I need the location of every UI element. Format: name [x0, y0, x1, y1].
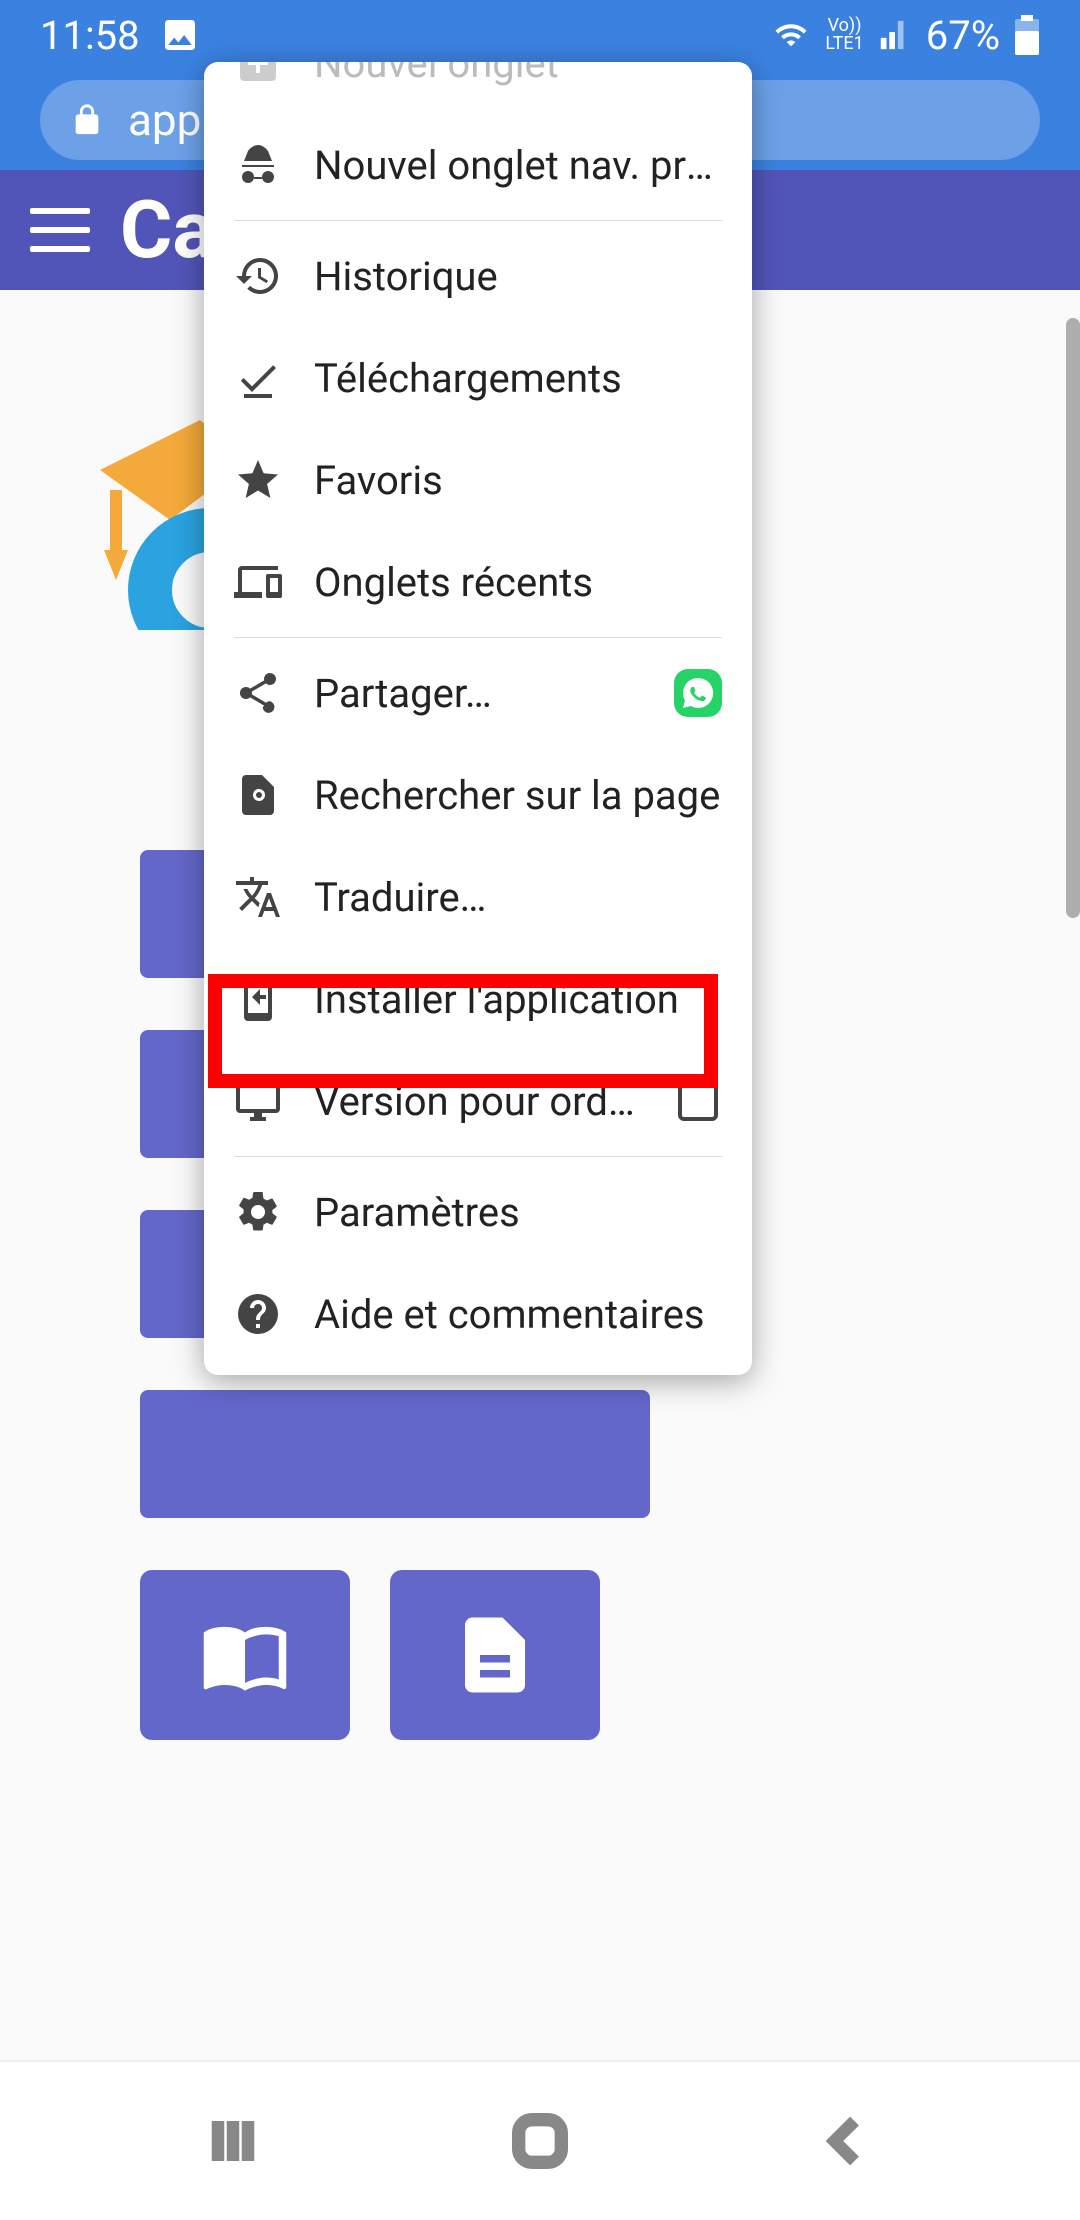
status-left: 11:58: [40, 12, 200, 59]
menu-label: Nouvel onglet: [314, 62, 722, 87]
menu-label: Aide et commentaires: [314, 1291, 722, 1338]
menu-item-downloads[interactable]: Téléchargements: [204, 327, 752, 429]
menu-item-recent-tabs[interactable]: Onglets récents: [204, 531, 752, 633]
menu-label: Favoris: [314, 457, 722, 504]
menu-item-incognito[interactable]: Nouvel onglet nav. privée: [204, 114, 752, 216]
menu-item-install[interactable]: Installer l'application: [204, 948, 752, 1050]
menu-label: Téléchargements: [314, 355, 722, 402]
status-time: 11:58: [40, 12, 140, 59]
devices-icon: [234, 558, 282, 606]
menu-item-settings[interactable]: Paramètres: [204, 1161, 752, 1263]
install-mobile-icon: [234, 975, 282, 1023]
hamburger-icon[interactable]: [30, 208, 90, 252]
incognito-icon: [234, 141, 282, 189]
menu-item-desktop[interactable]: Version pour ordin…: [204, 1050, 752, 1152]
status-bar: 11:58 Vo)) LTE1 67%: [0, 0, 1080, 70]
bg-card: [140, 1390, 650, 1518]
share-icon: [234, 669, 282, 717]
menu-item-history[interactable]: Historique: [204, 225, 752, 327]
scrollbar[interactable]: [1066, 318, 1080, 918]
translate-icon: [234, 873, 282, 921]
star-icon: [234, 456, 282, 504]
download-done-icon: [234, 354, 282, 402]
menu-label: Rechercher sur la page: [314, 772, 722, 819]
find-in-page-icon: [234, 771, 282, 819]
signal-icon: [878, 18, 912, 52]
system-nav-bar: [0, 2060, 1080, 2220]
menu-label: Historique: [314, 253, 722, 300]
battery-icon: [1014, 15, 1040, 55]
back-nav-icon[interactable]: [817, 2111, 877, 2171]
bg-card: [390, 1570, 600, 1740]
gear-icon: [234, 1188, 282, 1236]
menu-item-bookmarks[interactable]: Favoris: [204, 429, 752, 531]
menu-divider: [234, 1156, 722, 1157]
menu-label: Onglets récents: [314, 559, 722, 606]
menu-label: Installer l'application: [314, 976, 722, 1023]
menu-item-find[interactable]: Rechercher sur la page: [204, 744, 752, 846]
menu-item-translate[interactable]: Traduire…: [204, 846, 752, 948]
menu-label: Nouvel onglet nav. privée: [314, 142, 722, 189]
menu-label: Version pour ordin…: [314, 1078, 642, 1125]
menu-divider: [234, 220, 722, 221]
menu-item-share[interactable]: Partager…: [204, 642, 752, 744]
menu-item-help[interactable]: Aide et commentaires: [204, 1263, 752, 1365]
app-title: Ca: [120, 183, 215, 277]
lte-label: Vo)) LTE1: [825, 17, 863, 53]
desktop-icon: [234, 1077, 282, 1125]
lock-icon: [70, 100, 104, 140]
checkbox-empty-icon[interactable]: [674, 1077, 722, 1125]
bg-card: [140, 1570, 350, 1740]
chrome-overflow-menu: Nouvel onglet Nouvel onglet nav. privée …: [204, 62, 752, 1375]
image-icon: [160, 15, 200, 55]
menu-label: Traduire…: [314, 874, 722, 921]
home-nav-icon[interactable]: [508, 2109, 572, 2173]
battery-percent: 67%: [926, 12, 1000, 59]
book-icon: [200, 1610, 290, 1700]
wifi-icon: [771, 18, 811, 52]
menu-label: Partager…: [314, 670, 642, 717]
history-icon: [234, 252, 282, 300]
plus-square-icon: [234, 62, 282, 87]
menu-divider: [234, 637, 722, 638]
help-icon: [234, 1290, 282, 1338]
status-right: Vo)) LTE1 67%: [771, 12, 1040, 59]
menu-label: Paramètres: [314, 1189, 722, 1236]
whatsapp-icon[interactable]: [674, 669, 722, 717]
recents-nav-icon[interactable]: [203, 2111, 263, 2171]
menu-item-new-tab[interactable]: Nouvel onglet: [204, 62, 752, 114]
document-icon: [450, 1610, 540, 1700]
